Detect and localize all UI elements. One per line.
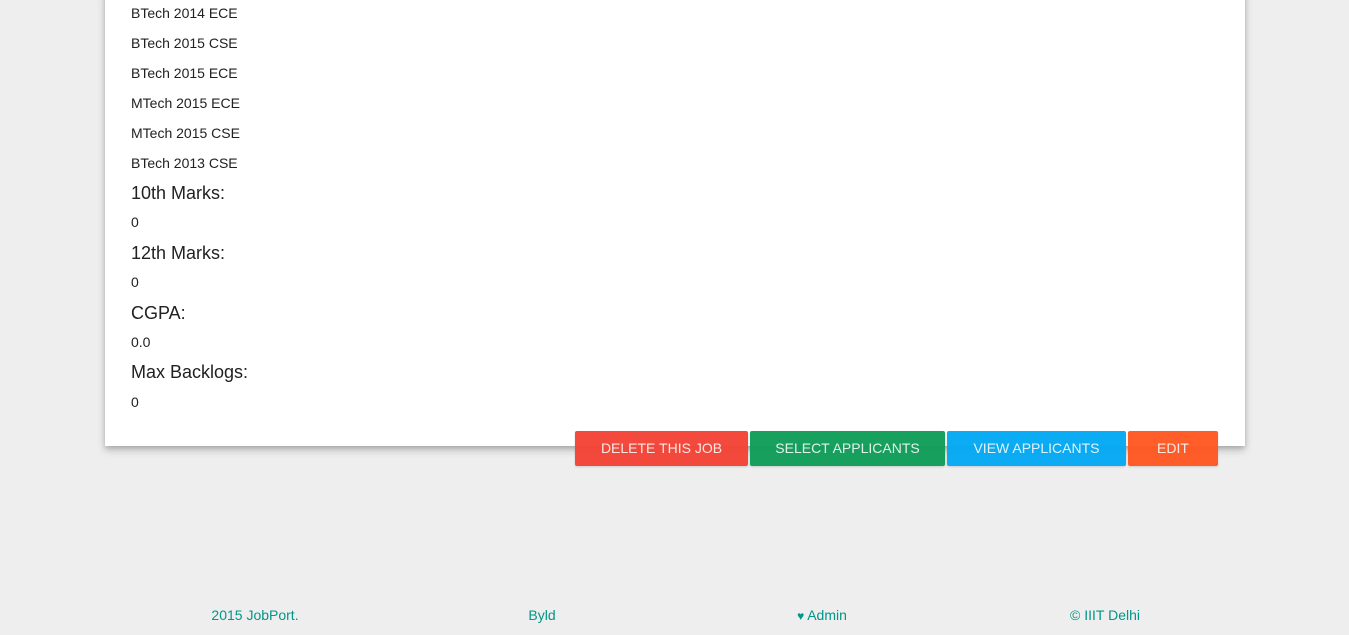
footer-admin-label: Admin [807, 607, 847, 623]
delete-job-label: DELETE THIS JOB [600, 440, 723, 456]
edit-job-button[interactable]: EDIT [1128, 431, 1218, 466]
tenth-marks-value: 0 [131, 214, 139, 230]
cgpa-label: CGPA: [131, 303, 186, 323]
select-applicants-label: SELECT APPLICANTS [775, 440, 920, 456]
max-backlogs-label: Max Backlogs: [131, 362, 249, 382]
heart-icon: ♥ [797, 609, 805, 623]
footer-byld-link[interactable]: Byld [528, 606, 555, 624]
branch-item: BTech 2015 CSE [131, 35, 238, 51]
footer-admin-link[interactable]: ♥ Admin [797, 606, 847, 625]
max-backlogs-value: 0 [131, 394, 139, 410]
twelfth-marks-value: 0 [131, 274, 139, 290]
branch-item: BTech 2013 CSE [131, 155, 238, 171]
job-details-card: BTech 2014 ECE BTech 2015 CSE BTech 2015… [105, 0, 1245, 446]
branch-item: MTech 2015 ECE [131, 95, 240, 111]
branch-item: MTech 2015 CSE [131, 125, 240, 141]
twelfth-marks-label: 12th Marks: [131, 243, 226, 263]
view-applicants-label: VIEW APPLICANTS [973, 440, 1100, 456]
select-applicants-button[interactable]: SELECT APPLICANTS [750, 431, 945, 466]
delete-job-button[interactable]: DELETE THIS JOB [575, 431, 748, 466]
branch-item: BTech 2015 ECE [131, 65, 238, 81]
branch-item: BTech 2014 ECE [131, 5, 238, 21]
footer-institute: © IIIT Delhi [1070, 607, 1140, 623]
footer-copyright-year: 2015 JobPort. [211, 607, 299, 623]
view-applicants-button[interactable]: VIEW APPLICANTS [947, 431, 1126, 466]
edit-job-label: EDIT [1157, 440, 1189, 456]
tenth-marks-label: 10th Marks: [131, 183, 226, 203]
cgpa-value: 0.0 [131, 334, 151, 350]
